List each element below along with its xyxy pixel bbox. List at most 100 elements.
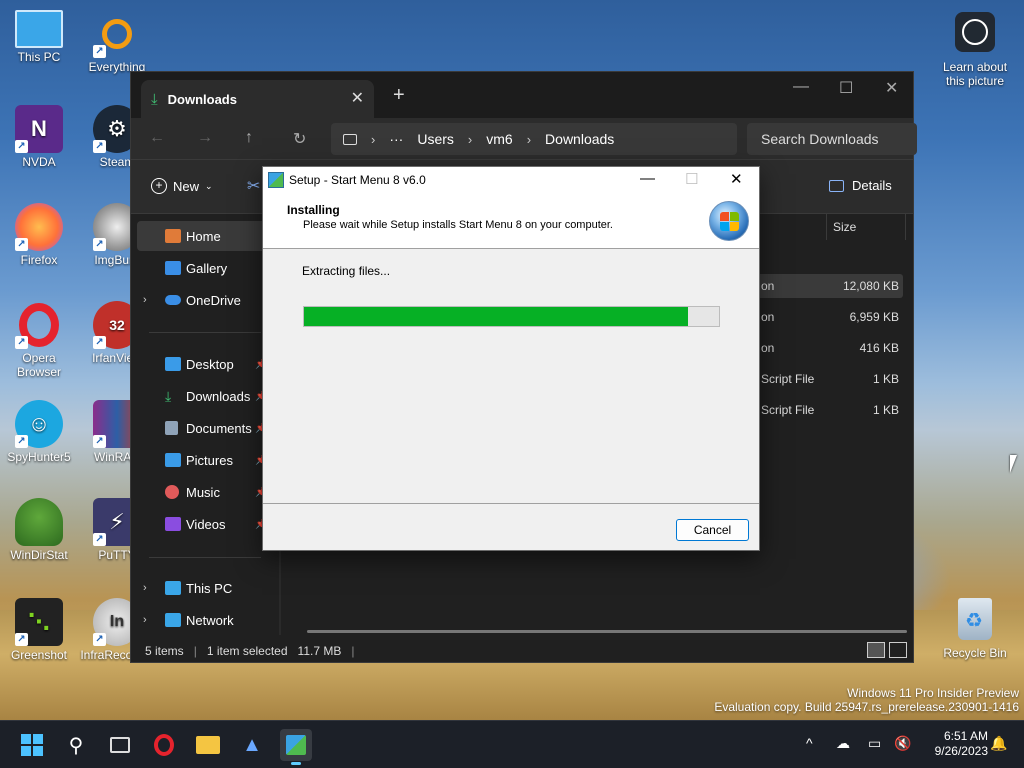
desktop-icon-firefox[interactable]: ↗ Firefox — [0, 203, 78, 267]
dialog-titlebar[interactable]: Setup - Start Menu 8 v6.0 — ☐ ✕ — [263, 167, 759, 193]
dialog-subheading: Please wait while Setup installs Start M… — [303, 219, 613, 231]
sidebar-item-label: Home — [186, 228, 221, 244]
file-size: 416 KB — [859, 341, 899, 355]
chevron-right-icon[interactable]: › — [143, 614, 147, 626]
file-row[interactable]: Script File 1 KB — [751, 398, 903, 422]
clock-date: 9/26/2023 — [934, 744, 988, 758]
desktop-icon-everything[interactable]: ↗ Everything — [78, 10, 156, 74]
refresh-button[interactable]: ↻ — [293, 129, 306, 149]
sidebar-item-downloads[interactable]: ⤓ Downloads 📌 — [131, 381, 267, 411]
desktop-icon-greenshot[interactable]: ⋱ ↗ Greenshot — [0, 598, 78, 662]
chevron-right-icon: › — [526, 131, 532, 147]
sidebar-item-network[interactable]: › Network — [131, 605, 266, 635]
chevron-right-icon[interactable]: › — [143, 294, 147, 306]
file-row[interactable]: on 416 KB — [751, 336, 903, 360]
maximize-button[interactable]: ☐ — [839, 78, 853, 98]
sidebar-divider — [149, 557, 261, 558]
dialog-heading: Installing — [287, 203, 340, 217]
sidebar-item-desktop[interactable]: Desktop 📌 — [131, 349, 267, 379]
breadcrumb-users[interactable]: Users — [417, 131, 454, 147]
file-row[interactable]: Script File 1 KB — [751, 367, 903, 391]
taskbar-opera[interactable] — [148, 729, 180, 761]
network-icon — [165, 613, 181, 627]
back-button[interactable]: ← — [149, 129, 165, 147]
chevron-right-icon[interactable]: › — [143, 582, 147, 594]
desktop-icon-label: WinDirStat — [10, 548, 68, 562]
music-icon — [165, 485, 179, 499]
sidebar-item-onedrive[interactable]: › OneDrive — [131, 285, 266, 315]
desktop-icon-learn-about-picture[interactable]: Learn about this picture — [938, 12, 1012, 88]
volume-muted-icon[interactable]: 🔇 — [894, 735, 911, 752]
install-progress-bar — [303, 306, 720, 327]
sidebar-item-label: Downloads — [186, 388, 251, 404]
notification-bell-icon[interactable]: 🔔 — [990, 735, 1007, 752]
desktop-icon-spyhunter[interactable]: ☺ ↗ SpyHunter5 — [0, 400, 78, 464]
desktop-icon-nvda[interactable]: N ↗ NVDA — [0, 105, 78, 169]
setup-dialog[interactable]: Setup - Start Menu 8 v6.0 — ☐ ✕ Installi… — [262, 166, 760, 551]
up-button[interactable]: ↑ — [245, 129, 253, 147]
network-icon[interactable]: ▭ — [868, 735, 881, 752]
desktop-icon-windirstat[interactable]: WinDirStat — [0, 498, 78, 562]
desktop-icon-label: Firefox — [20, 253, 58, 267]
file-type: Script File — [761, 403, 815, 417]
camera-icon — [955, 12, 995, 52]
horizontal-scrollbar[interactable] — [307, 630, 907, 633]
search-button[interactable]: ⚲ — [60, 729, 92, 761]
tab-downloads[interactable]: ⤓ Downloads ✕ — [141, 80, 374, 118]
sidebar-item-home[interactable]: Home — [137, 221, 272, 251]
minimize-button[interactable]: — — [793, 78, 809, 96]
taskbar-file-explorer[interactable] — [192, 729, 224, 761]
start-button[interactable] — [16, 729, 48, 761]
status-separator: | — [193, 644, 197, 658]
cancel-button[interactable]: Cancel — [676, 519, 749, 541]
tiles-view-icon[interactable] — [889, 642, 907, 658]
sidebar-item-label: Network — [186, 612, 234, 628]
new-tab-button[interactable]: + — [393, 84, 405, 107]
chevron-down-icon: ⌄ — [205, 180, 213, 191]
address-bar[interactable]: › ··· Users › vm6 › Downloads — [331, 123, 737, 155]
magnifier-icon: ↗ — [93, 10, 141, 58]
sidebar-item-documents[interactable]: Documents 📌 — [131, 413, 267, 443]
details-view-icon[interactable] — [867, 642, 885, 658]
column-header-size[interactable]: Size — [826, 214, 906, 240]
cut-icon[interactable]: ✂ — [247, 176, 260, 196]
desktop-icon-recycle-bin[interactable]: Recycle Bin — [938, 598, 1012, 660]
breadcrumb-ellipsis[interactable]: ··· — [389, 131, 403, 147]
close-window-button[interactable]: ✕ — [885, 78, 898, 98]
sidebar-item-gallery[interactable]: Gallery — [131, 253, 266, 283]
desktop-icon-label: Learn about this picture — [942, 60, 1008, 88]
sidebar-item-label: This PC — [186, 580, 233, 596]
file-row[interactable]: on 6,959 KB — [751, 305, 903, 329]
item-count: 5 items — [145, 644, 184, 658]
search-input[interactable]: Search Downloads — [747, 123, 917, 155]
taskbar-app[interactable]: ▲ — [236, 729, 268, 761]
gallery-icon — [165, 261, 181, 275]
sidebar-item-videos[interactable]: Videos 📌 — [131, 509, 267, 539]
column-divider[interactable] — [905, 214, 906, 240]
clock-time: 6:51 AM — [943, 729, 988, 743]
desktop-icon-opera[interactable]: ↗ Opera Browser — [0, 301, 78, 379]
taskbar-clock[interactable]: 6:51 AM 9/26/2023 — [918, 729, 988, 759]
explorer-titlebar[interactable]: ⤓ Downloads ✕ + — ☐ ✕ — [131, 72, 913, 118]
sidebar-item-label: Music — [186, 484, 220, 500]
minimize-button[interactable]: — — [640, 170, 655, 187]
view-toggle — [867, 642, 907, 658]
desktop-icon-this-pc[interactable]: This PC — [0, 10, 78, 64]
details-button[interactable]: Details — [829, 178, 892, 193]
onedrive-icon[interactable]: ☁ — [836, 735, 850, 752]
chevron-up-icon[interactable]: ^ — [806, 735, 813, 751]
taskbar-setup[interactable] — [280, 729, 312, 765]
task-view-button[interactable] — [104, 729, 136, 761]
close-tab-icon[interactable]: ✕ — [351, 88, 364, 108]
new-button[interactable]: + New ⌄ — [151, 178, 213, 194]
breadcrumb-downloads[interactable]: Downloads — [545, 131, 614, 147]
file-row[interactable]: on 12,080 KB — [751, 274, 903, 298]
sidebar-item-pictures[interactable]: Pictures 📌 — [131, 445, 267, 475]
file-size: 1 KB — [872, 372, 899, 386]
close-dialog-button[interactable]: ✕ — [730, 170, 743, 188]
sidebar-item-music[interactable]: Music 📌 — [131, 477, 267, 507]
forward-button[interactable]: → — [197, 129, 213, 147]
breadcrumb-vm6[interactable]: vm6 — [486, 131, 512, 147]
sidebar-item-this-pc[interactable]: › This PC — [131, 573, 266, 603]
chevron-right-icon: › — [467, 131, 473, 147]
